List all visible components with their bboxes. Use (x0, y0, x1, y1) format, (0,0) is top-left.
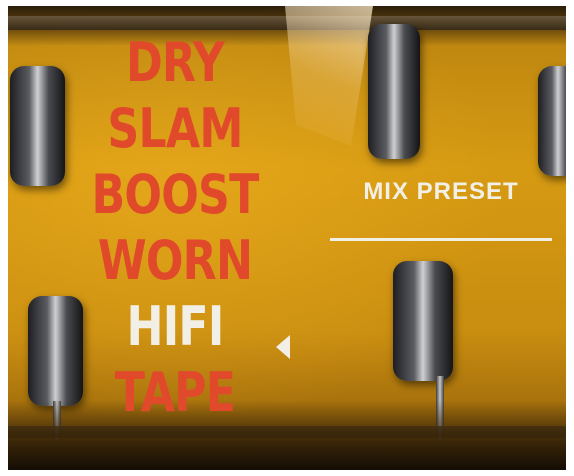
preset-option-tape[interactable]: TAPE (89, 360, 261, 426)
drum-lug-image (368, 24, 420, 159)
preset-option-boost[interactable]: BOOST (89, 162, 261, 228)
mix-preset-label: MIX PRESET (363, 178, 519, 205)
drum-lug-image (10, 66, 65, 186)
drum-lug-image (393, 261, 453, 381)
preset-option-slam[interactable]: SLAM (89, 96, 261, 162)
preset-option-worn[interactable]: WORN (89, 228, 261, 294)
preset-list: DRY SLAM BOOST WORN HIFI TAPE (70, 30, 280, 426)
preset-option-dry[interactable]: DRY (89, 30, 261, 96)
preset-option-hifi-selected[interactable]: HIFI (89, 294, 261, 360)
drum-lug-image (538, 66, 566, 176)
triangle-left-icon (276, 335, 290, 359)
mix-preset-underline (330, 238, 552, 241)
